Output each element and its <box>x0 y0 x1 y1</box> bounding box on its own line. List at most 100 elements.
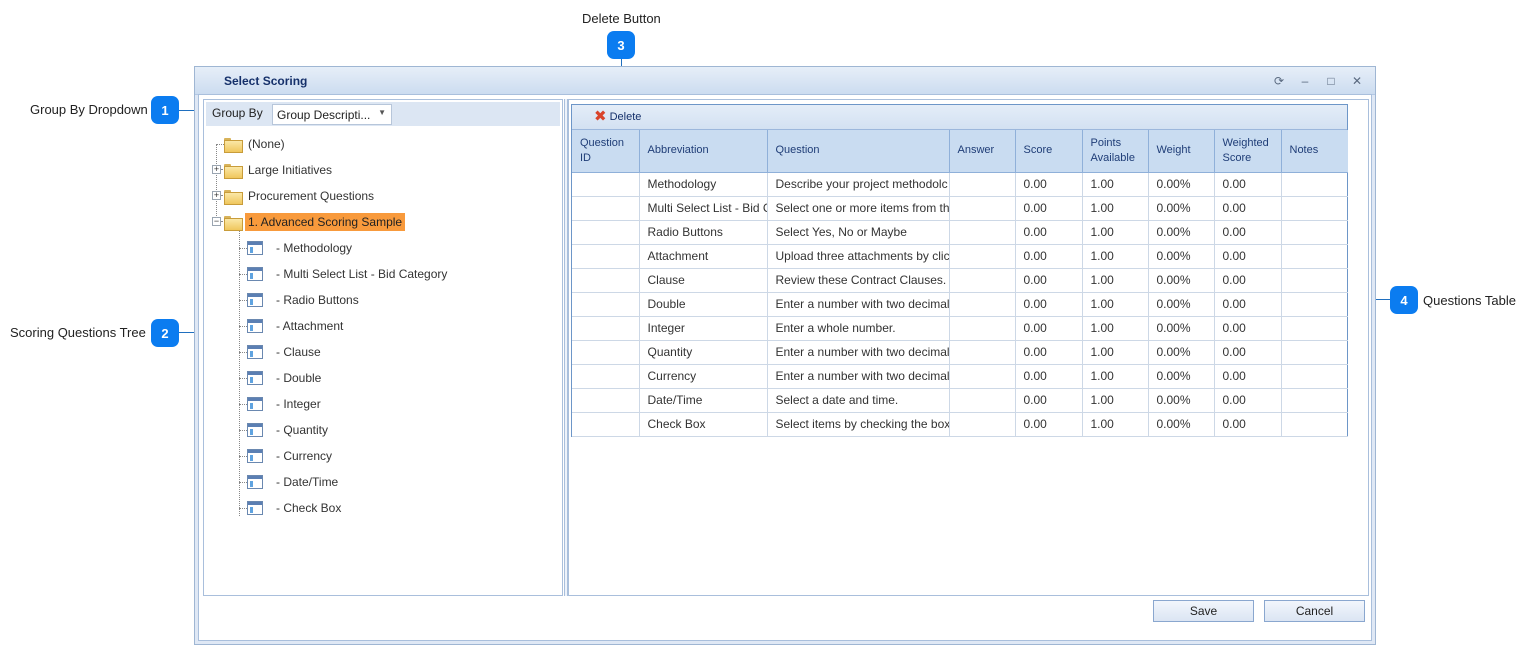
cell-question[interactable]: Enter a number with two decimal <box>767 340 950 365</box>
cell-score[interactable]: 0.00 <box>1015 316 1083 341</box>
cell-weighted-score[interactable]: 0.00 <box>1214 244 1282 269</box>
cell-notes[interactable] <box>1281 388 1348 413</box>
cell-question[interactable]: Describe your project methodolc <box>767 172 950 197</box>
cell-answer[interactable] <box>949 340 1016 365</box>
cell-abbreviation[interactable]: Double <box>639 292 768 317</box>
cell-abbreviation[interactable]: Clause <box>639 268 768 293</box>
cell-weighted-score[interactable]: 0.00 <box>1214 412 1282 437</box>
tree-question-item[interactable]: - Check Box <box>247 498 344 518</box>
expand-icon[interactable]: + <box>212 165 221 174</box>
tree-group-large-initiatives[interactable]: Large Initiatives <box>224 160 335 180</box>
cell-answer[interactable] <box>949 268 1016 293</box>
tree-question-item[interactable]: - Date/Time <box>247 472 341 492</box>
cell-points-available[interactable]: 1.00 <box>1082 388 1149 413</box>
column-header-score[interactable]: Score <box>1015 130 1083 173</box>
cell-weighted-score[interactable]: 0.00 <box>1214 388 1282 413</box>
cell-question-id[interactable] <box>572 196 640 221</box>
column-header-question-id[interactable]: Question ID <box>572 130 640 173</box>
column-header-answer[interactable]: Answer <box>949 130 1016 173</box>
table-row[interactable]: Currency Enter a number with two decimal 0… <box>572 364 1348 389</box>
cell-notes[interactable] <box>1281 196 1348 221</box>
cell-question-id[interactable] <box>572 268 640 293</box>
cell-score[interactable]: 0.00 <box>1015 388 1083 413</box>
collapse-icon[interactable]: − <box>212 217 221 226</box>
tree-group-procurement-questions[interactable]: Procurement Questions <box>224 186 377 206</box>
cell-notes[interactable] <box>1281 172 1348 197</box>
cell-question[interactable]: Select one or more items from th <box>767 196 950 221</box>
cell-weight[interactable]: 0.00% <box>1148 412 1215 437</box>
cell-score[interactable]: 0.00 <box>1015 292 1083 317</box>
cell-score[interactable]: 0.00 <box>1015 340 1083 365</box>
cell-weight[interactable]: 0.00% <box>1148 388 1215 413</box>
cell-question-id[interactable] <box>572 292 640 317</box>
cell-abbreviation[interactable]: Currency <box>639 364 768 389</box>
cell-answer[interactable] <box>949 172 1016 197</box>
maximize-icon[interactable]: □ <box>1323 73 1339 89</box>
cell-score[interactable]: 0.00 <box>1015 412 1083 437</box>
tree-group-none[interactable]: (None) <box>224 134 288 154</box>
cell-question-id[interactable] <box>572 388 640 413</box>
cell-abbreviation[interactable]: Check Box <box>639 412 768 437</box>
cell-question-id[interactable] <box>572 340 640 365</box>
cell-question[interactable]: Select items by checking the box <box>767 412 950 437</box>
cell-weighted-score[interactable]: 0.00 <box>1214 316 1282 341</box>
cell-score[interactable]: 0.00 <box>1015 364 1083 389</box>
cell-notes[interactable] <box>1281 292 1348 317</box>
window-titlebar[interactable]: Select Scoring ⟳ – □ ✕ <box>195 67 1375 95</box>
cell-question[interactable]: Select Yes, No or Maybe <box>767 220 950 245</box>
cell-points-available[interactable]: 1.00 <box>1082 412 1149 437</box>
cell-notes[interactable] <box>1281 220 1348 245</box>
cell-points-available[interactable]: 1.00 <box>1082 220 1149 245</box>
column-header-notes[interactable]: Notes <box>1281 130 1348 173</box>
cell-points-available[interactable]: 1.00 <box>1082 364 1149 389</box>
cell-question-id[interactable] <box>572 172 640 197</box>
cell-weight[interactable]: 0.00% <box>1148 172 1215 197</box>
tree-question-item[interactable]: - Clause <box>247 342 324 362</box>
column-header-question[interactable]: Question <box>767 130 950 173</box>
cell-points-available[interactable]: 1.00 <box>1082 196 1149 221</box>
cell-question[interactable]: Enter a number with two decimal <box>767 292 950 317</box>
table-row[interactable]: Quantity Enter a number with two decimal 0… <box>572 340 1348 365</box>
tree-question-item[interactable]: - Quantity <box>247 420 331 440</box>
cell-notes[interactable] <box>1281 364 1348 389</box>
cell-points-available[interactable]: 1.00 <box>1082 268 1149 293</box>
cell-question[interactable]: Select a date and time. <box>767 388 950 413</box>
tree-question-item[interactable]: - Integer <box>247 394 324 414</box>
table-row[interactable]: Radio Buttons Select Yes, No or Maybe 0.00… <box>572 220 1348 245</box>
cell-points-available[interactable]: 1.00 <box>1082 244 1149 269</box>
chevron-down-icon[interactable]: ▼ <box>378 108 386 117</box>
cell-points-available[interactable]: 1.00 <box>1082 292 1149 317</box>
cell-answer[interactable] <box>949 316 1016 341</box>
cell-question[interactable]: Upload three attachments by clic <box>767 244 950 269</box>
tree-question-item[interactable]: - Attachment <box>247 316 346 336</box>
table-row[interactable]: Methodology Describe your project methodo… <box>572 172 1348 197</box>
cell-question-id[interactable] <box>572 244 640 269</box>
minimize-icon[interactable]: – <box>1297 73 1313 89</box>
cell-question-id[interactable] <box>572 412 640 437</box>
cell-weight[interactable]: 0.00% <box>1148 196 1215 221</box>
column-header-points-available[interactable]: Points Available <box>1082 130 1149 173</box>
cell-score[interactable]: 0.00 <box>1015 244 1083 269</box>
cell-weight[interactable]: 0.00% <box>1148 220 1215 245</box>
cell-abbreviation[interactable]: Radio Buttons <box>639 220 768 245</box>
table-row[interactable]: Date/Time Select a date and time. 0.00 1.00… <box>572 388 1348 413</box>
table-row[interactable]: Clause Review these Contract Clauses. 0.00… <box>572 268 1348 293</box>
tree-group-advanced-scoring-sample[interactable]: 1. Advanced Scoring Sample <box>224 212 406 232</box>
tree-question-item[interactable]: - Radio Buttons <box>247 290 362 310</box>
save-button[interactable]: Save <box>1153 600 1254 622</box>
close-icon[interactable]: ✕ <box>1349 73 1365 89</box>
cell-notes[interactable] <box>1281 412 1348 437</box>
cell-weighted-score[interactable]: 0.00 <box>1214 292 1282 317</box>
cell-answer[interactable] <box>949 292 1016 317</box>
cell-abbreviation[interactable]: Quantity <box>639 340 768 365</box>
column-header-weight[interactable]: Weight <box>1148 130 1215 173</box>
table-row[interactable]: Check Box Select items by checking the bo… <box>572 412 1348 437</box>
cell-answer[interactable] <box>949 196 1016 221</box>
cell-question-id[interactable] <box>572 316 640 341</box>
tree-question-item[interactable]: - Currency <box>247 446 335 466</box>
cell-abbreviation[interactable]: Multi Select List - Bid C <box>639 196 768 221</box>
cell-score[interactable]: 0.00 <box>1015 268 1083 293</box>
cell-answer[interactable] <box>949 364 1016 389</box>
cell-weight[interactable]: 0.00% <box>1148 340 1215 365</box>
cell-abbreviation[interactable]: Integer <box>639 316 768 341</box>
